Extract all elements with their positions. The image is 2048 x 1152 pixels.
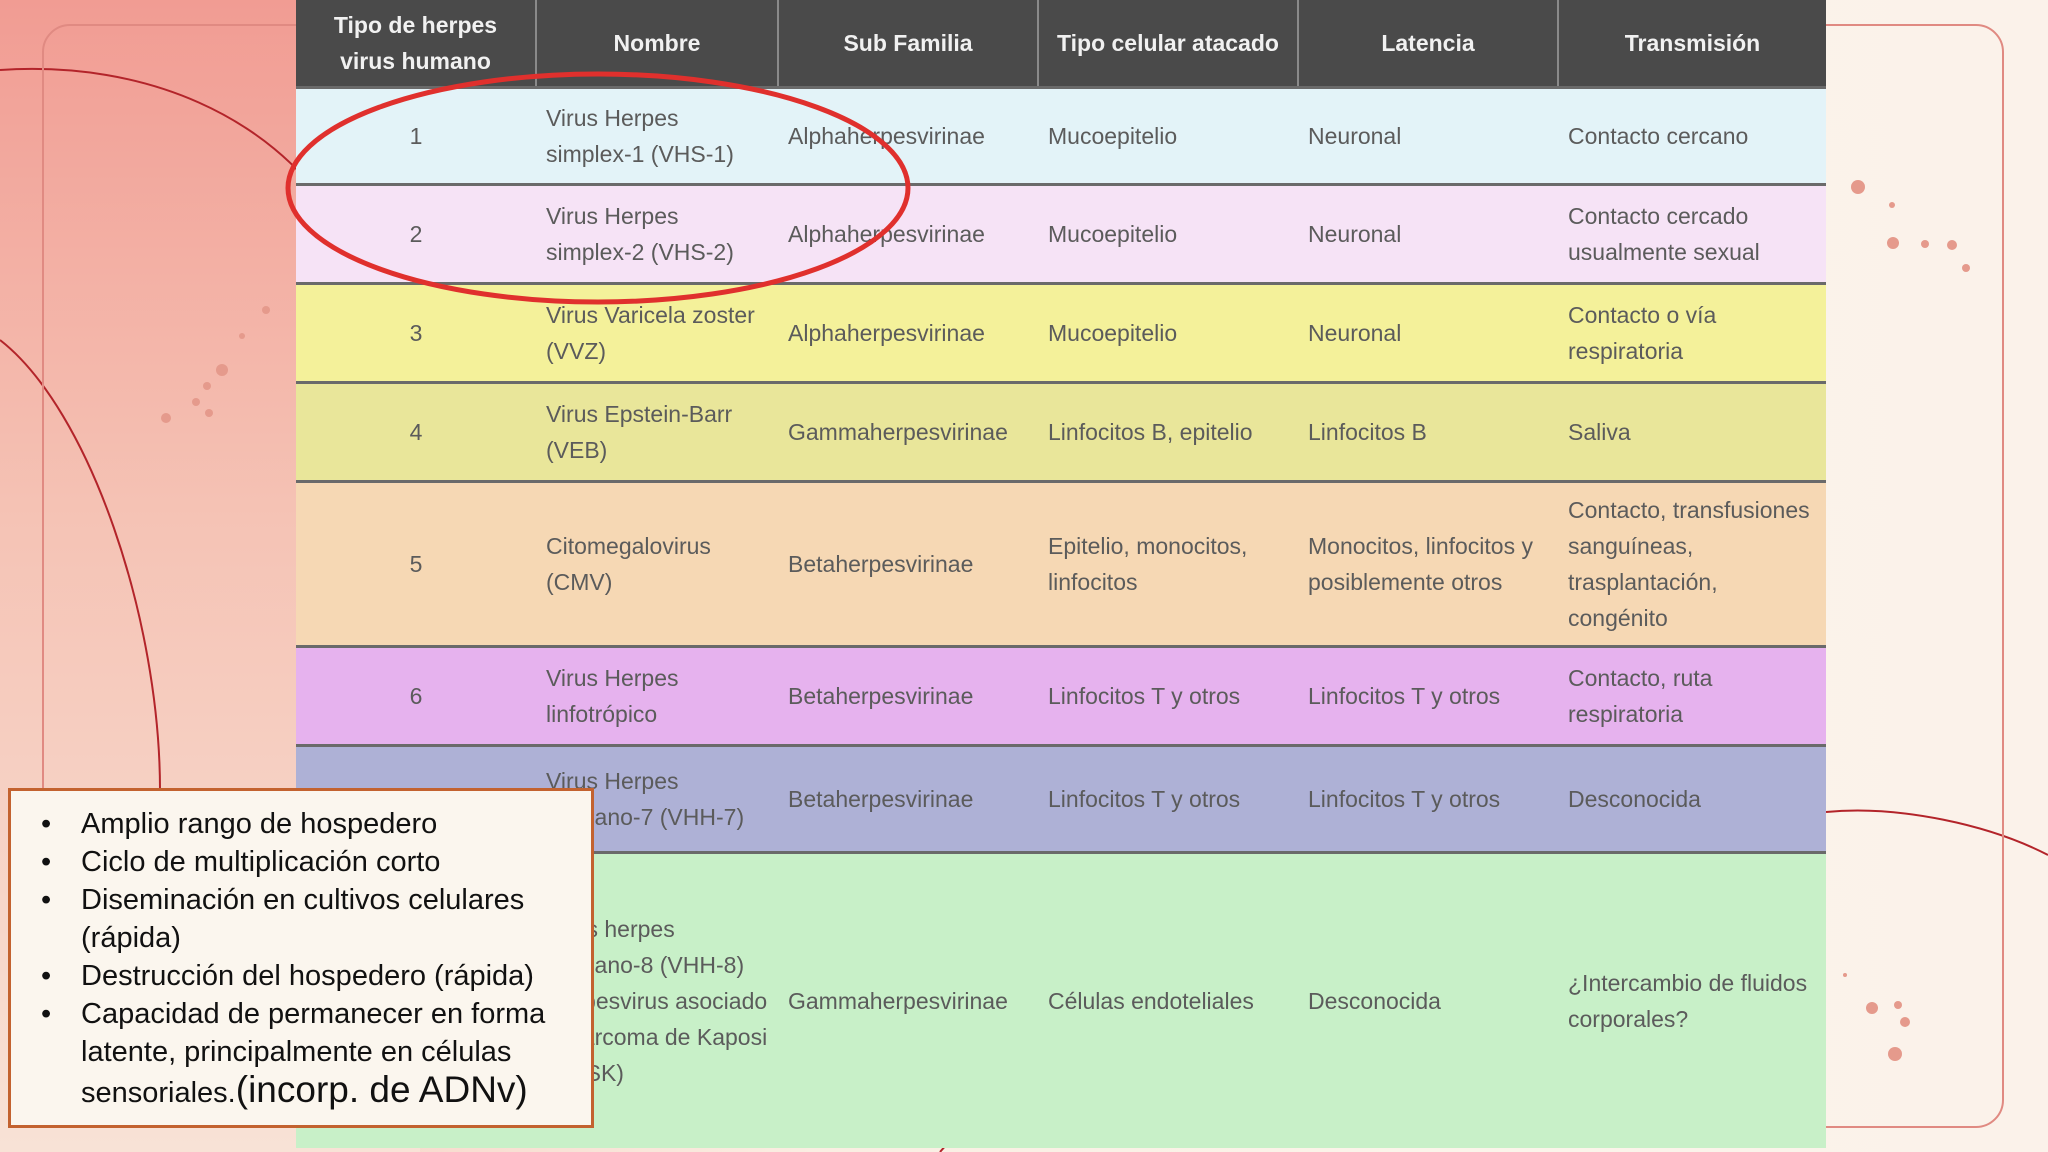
cell-subfamilia: Alphaherpesvirinae	[778, 282, 1038, 383]
cell-nombre: Virus Epstein-Barr (VEB)	[536, 381, 778, 482]
notes-box: • Amplio rango de hospedero • Ciclo de mul…	[8, 788, 594, 1128]
cell-tipo-celular: Linfocitos B, epitelio	[1038, 381, 1298, 482]
cell-subfamilia: Betaherpesvirinae	[778, 744, 1038, 853]
note-text: Destrucción del hospedero (rápida)	[81, 960, 534, 992]
list-item: • Destrucción del hospedero (rápida)	[25, 957, 579, 995]
table-row: 5 Citomegalovirus (CMV) Betaherpesvirina…	[296, 480, 1826, 647]
cell-subfamilia: Gammaherpesvirinae	[778, 851, 1038, 1148]
header-latencia: Latencia	[1298, 0, 1559, 88]
cell-latencia: Linfocitos T y otros	[1298, 744, 1558, 853]
cell-transmision: Contacto cercado usualmente sexual	[1558, 183, 1826, 284]
cell-tipo: 6	[296, 645, 536, 746]
cell-tipo: 2	[296, 183, 536, 284]
cell-nombre: Virus Herpes simplex-2 (VHS-2)	[536, 183, 778, 284]
note-text: Diseminación en cultivos celulares (rápi…	[81, 884, 525, 954]
cell-tipo-celular: Mucoepitelio	[1038, 183, 1298, 284]
note-text: Ciclo de multiplicación corto	[81, 846, 441, 878]
table-row: 6 Virus Herpes linfotrópico Betaherpesvi…	[296, 645, 1826, 746]
cell-transmision: Saliva	[1558, 381, 1826, 482]
header-subfamilia: Sub Familia	[778, 0, 1039, 88]
table-row: 4 Virus Epstein-Barr (VEB) Gammaherpesvi…	[296, 381, 1826, 482]
cell-latencia: Neuronal	[1298, 86, 1558, 185]
cell-transmision: ¿Intercambio de fluidos corporales?	[1558, 851, 1826, 1148]
cell-subfamilia: Betaherpesvirinae	[778, 645, 1038, 746]
cell-subfamilia: Alphaherpesvirinae	[778, 183, 1038, 284]
notes-list: • Amplio rango de hospedero • Ciclo de mul…	[25, 805, 579, 1112]
cell-nombre: Virus Varicela zoster (VVZ)	[536, 282, 778, 383]
bullet: •	[41, 998, 52, 1030]
cell-subfamilia: Alphaherpesvirinae	[778, 86, 1038, 185]
cell-tipo-celular: Linfocitos T y otros	[1038, 645, 1298, 746]
header-tipo-celular: Tipo celular atacado	[1038, 0, 1299, 88]
cell-transmision: Contacto cercano	[1558, 86, 1826, 185]
cell-subfamilia: Gammaherpesvirinae	[778, 381, 1038, 482]
cell-tipo: 4	[296, 381, 536, 482]
list-item: • Ciclo de multiplicación corto	[25, 843, 579, 881]
cell-transmision: Desconocida	[1558, 744, 1826, 853]
bullet: •	[41, 960, 52, 992]
cell-nombre: Citomegalovirus (CMV)	[536, 480, 778, 647]
cell-nombre: Virus Herpes linfotrópico	[536, 645, 778, 746]
table-row: 3 Virus Varicela zoster (VVZ) Alphaherpe…	[296, 282, 1826, 383]
cell-nombre: Virus Herpes simplex-1 (VHS-1)	[536, 86, 778, 185]
cell-tipo: 1	[296, 86, 536, 185]
note-text: Amplio rango de hospedero	[81, 808, 438, 840]
cell-tipo-celular: Mucoepitelio	[1038, 86, 1298, 185]
cell-tipo: 5	[296, 480, 536, 647]
cell-tipo-celular: Linfocitos T y otros	[1038, 744, 1298, 853]
bullet: •	[41, 884, 52, 916]
cell-subfamilia: Betaherpesvirinae	[778, 480, 1038, 647]
bullet: •	[41, 846, 52, 878]
cell-latencia: Neuronal	[1298, 282, 1558, 383]
table-row: 2 Virus Herpes simplex-2 (VHS-2) Alphahe…	[296, 183, 1826, 284]
cell-transmision: Contacto, ruta respiratoria	[1558, 645, 1826, 746]
cell-latencia: Linfocitos T y otros	[1298, 645, 1558, 746]
cell-transmision: Contacto, transfusiones sanguíneas, tras…	[1558, 480, 1826, 647]
header-tipo: Tipo de herpes virus humano	[296, 0, 537, 88]
cell-tipo: 3	[296, 282, 536, 383]
list-item: • Capacidad de permanecer en forma latent…	[25, 995, 579, 1112]
cell-latencia: Desconocida	[1298, 851, 1558, 1148]
cell-transmision: Contacto o vía respiratoria	[1558, 282, 1826, 383]
list-item: • Diseminación en cultivos celulares (ráp…	[25, 881, 579, 957]
table-row: 1 Virus Herpes simplex-1 (VHS-1) Alphahe…	[296, 86, 1826, 185]
cell-latencia: Neuronal	[1298, 183, 1558, 284]
note-suffix: (incorp. de ADNv)	[235, 1069, 528, 1110]
list-item: • Amplio rango de hospedero	[25, 805, 579, 843]
cell-latencia: Monocitos, linfocitos y posiblemente otr…	[1298, 480, 1558, 647]
header-transmision: Transmisión	[1558, 0, 1826, 88]
cell-tipo-celular: Epitelio, monocitos, linfocitos	[1038, 480, 1298, 647]
bullet: •	[41, 808, 52, 840]
cell-latencia: Linfocitos B	[1298, 381, 1558, 482]
table-header-row: Tipo de herpes virus humano Nombre Sub F…	[296, 0, 1826, 88]
cell-tipo-celular: Células endoteliales	[1038, 851, 1298, 1148]
header-nombre: Nombre	[536, 0, 779, 88]
cell-tipo-celular: Mucoepitelio	[1038, 282, 1298, 383]
